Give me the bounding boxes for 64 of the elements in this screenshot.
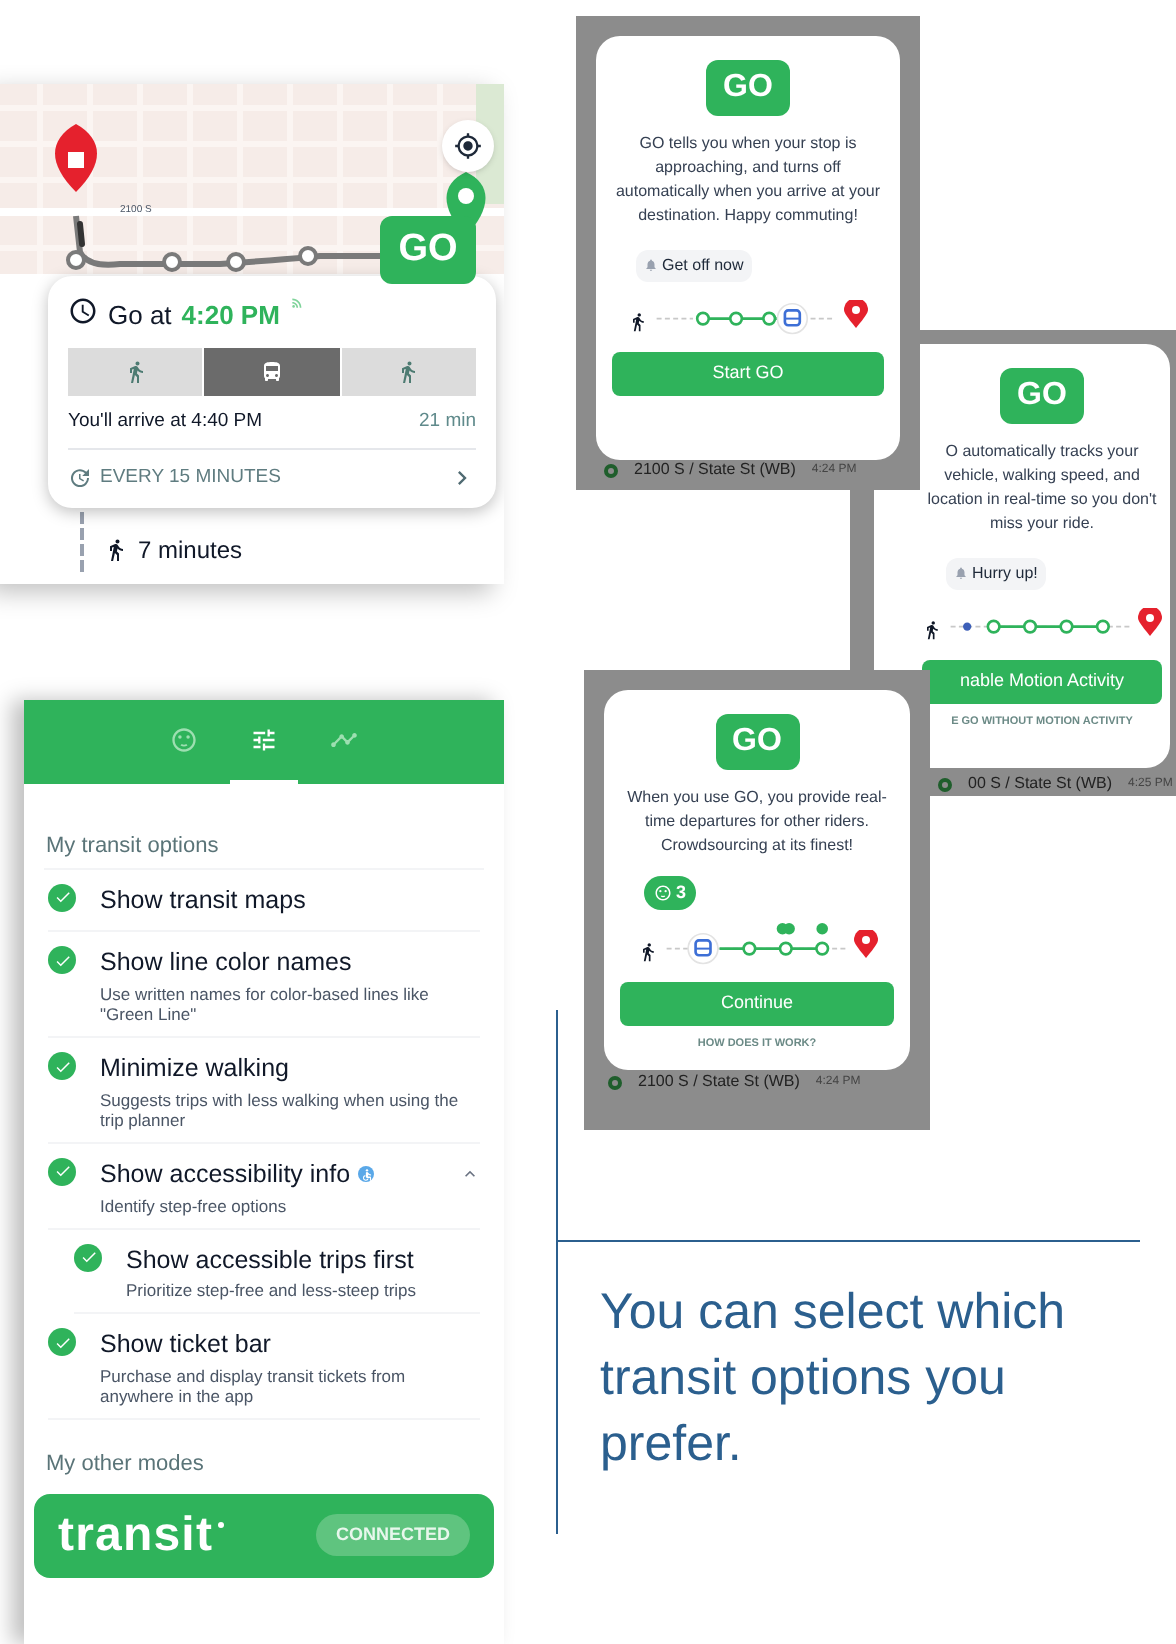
- option-description: Use written names for color-based lines like "Green Line": [100, 984, 431, 1024]
- live-signal-icon: [289, 296, 304, 310]
- bus-icon: [259, 359, 284, 383]
- option-description: Purchase and display transit tickets from anywhere in the app: [100, 1366, 408, 1406]
- checkbox[interactable]: [48, 1157, 76, 1186]
- dialog-message: GO tells you when your stop is approaching, and turns off automatically when you arrive at your destination. Happy commuting!: [613, 132, 883, 228]
- stop-name: 2100 S / State St (WB): [634, 458, 796, 482]
- trip-segment[interactable]: [204, 347, 340, 395]
- option-description: Prioritize step-free and less-steep trips: [126, 1280, 419, 1301]
- connection-status: CONNECTED: [315, 1513, 470, 1557]
- checkbox[interactable]: [48, 1328, 76, 1357]
- smiley-icon: [654, 884, 672, 902]
- walk-icon: [396, 359, 421, 383]
- check-icon: [53, 1162, 71, 1181]
- option-title: Show line color names: [100, 946, 352, 981]
- stop-name: 00 S / State St (WB): [968, 772, 1113, 796]
- check-icon: [53, 888, 71, 906]
- check-icon: [53, 1333, 71, 1352]
- locate-icon: [454, 132, 482, 160]
- dialog-message: O automatically tracks your vehicle, walking speed, and location in real-time so you don't miss your ride.: [925, 440, 1159, 536]
- clock-icon: [68, 296, 98, 326]
- stop-name: 2100 S / State St (WB): [638, 1070, 800, 1094]
- rider-count-bubble: 3: [644, 875, 697, 911]
- checkbox[interactable]: [48, 1052, 76, 1080]
- partner-logo: transit: [58, 1511, 214, 1559]
- checkbox[interactable]: [74, 1243, 102, 1271]
- walk-icon: [104, 538, 128, 562]
- alert-bubble: Hurry up!: [946, 557, 1046, 589]
- caption: You can select which transit options you prefer.: [600, 1282, 1068, 1476]
- walk-duration: 7 minutes: [138, 534, 243, 568]
- bell-icon: [644, 258, 658, 272]
- option-title: Show accessible trips first: [126, 1243, 414, 1278]
- checkbox[interactable]: [48, 883, 76, 911]
- partner-card[interactable]: transit CONNECTED: [34, 1493, 494, 1577]
- go-logo: GO: [706, 60, 790, 116]
- bell-icon: [954, 566, 968, 580]
- primary-button[interactable]: nable Motion Activity: [922, 660, 1162, 704]
- frequency-row[interactable]: EVERY 15 MINUTES: [68, 463, 476, 492]
- alert-bubble: Get off now: [636, 249, 752, 281]
- go-logo: GO: [1000, 368, 1084, 424]
- go-button[interactable]: GO: [380, 216, 476, 284]
- option-title: Show ticket bar: [100, 1328, 271, 1363]
- smiley-icon: [170, 726, 198, 754]
- option-description: Identify step-free options: [100, 1195, 289, 1215]
- section-heading: My transit options: [46, 832, 221, 862]
- check-icon: [53, 1057, 71, 1075]
- primary-button[interactable]: Continue: [620, 982, 894, 1026]
- repeat-clock-icon: [68, 465, 92, 490]
- check-icon: [79, 1248, 97, 1266]
- check-icon: [53, 951, 71, 970]
- option-title: Minimize walking: [100, 1052, 289, 1086]
- go-time: 4:20 PM: [181, 298, 280, 334]
- sliders-icon: [250, 726, 278, 754]
- section-heading: My other modes: [46, 1450, 206, 1480]
- arrival-time: You'll arrive at 4:40 PM: [68, 407, 263, 435]
- go-logo: GO: [715, 714, 799, 770]
- option-description: Suggests trips with less walking when using the trip planner: [100, 1089, 461, 1130]
- primary-button[interactable]: Start GO: [612, 352, 884, 396]
- option-title: Show accessibility info: [100, 1157, 351, 1192]
- trip-duration: 21 min: [418, 407, 476, 435]
- dialog-message: When you use GO, you provide real-time departures for other riders. Crowdsourcing at its finest!: [625, 786, 889, 858]
- checkbox[interactable]: [48, 946, 76, 975]
- option-title: Show transit maps: [100, 883, 306, 918]
- go-time-label: Go at: [108, 298, 172, 334]
